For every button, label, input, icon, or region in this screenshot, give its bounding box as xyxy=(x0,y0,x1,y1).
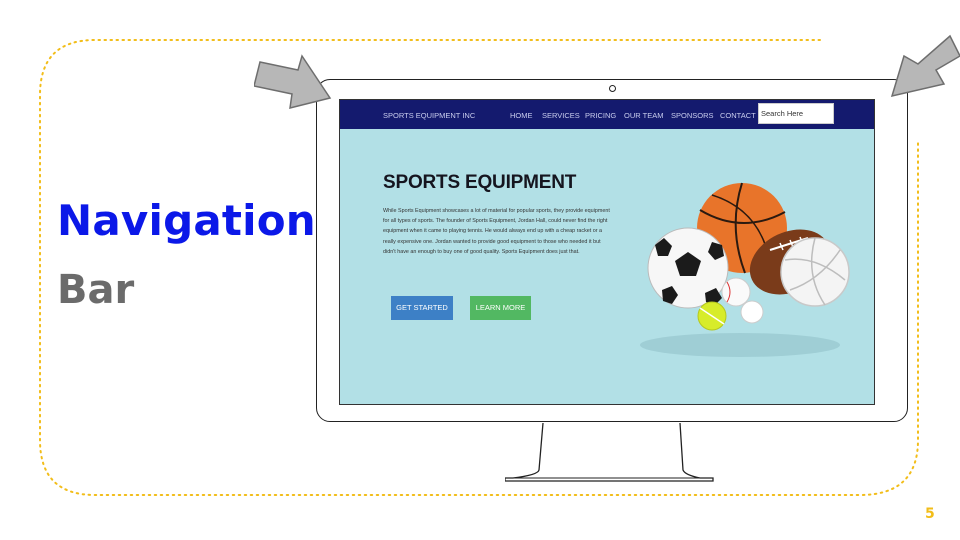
pointer-arrow-icon xyxy=(890,34,960,98)
monitor-stand xyxy=(505,422,714,482)
page-number: 5 xyxy=(925,506,935,522)
pointer-arrow-icon xyxy=(254,54,332,109)
slide-title: Navigation xyxy=(57,196,316,245)
slide-subtitle: Bar xyxy=(57,267,135,313)
sports-balls-image xyxy=(640,182,850,357)
